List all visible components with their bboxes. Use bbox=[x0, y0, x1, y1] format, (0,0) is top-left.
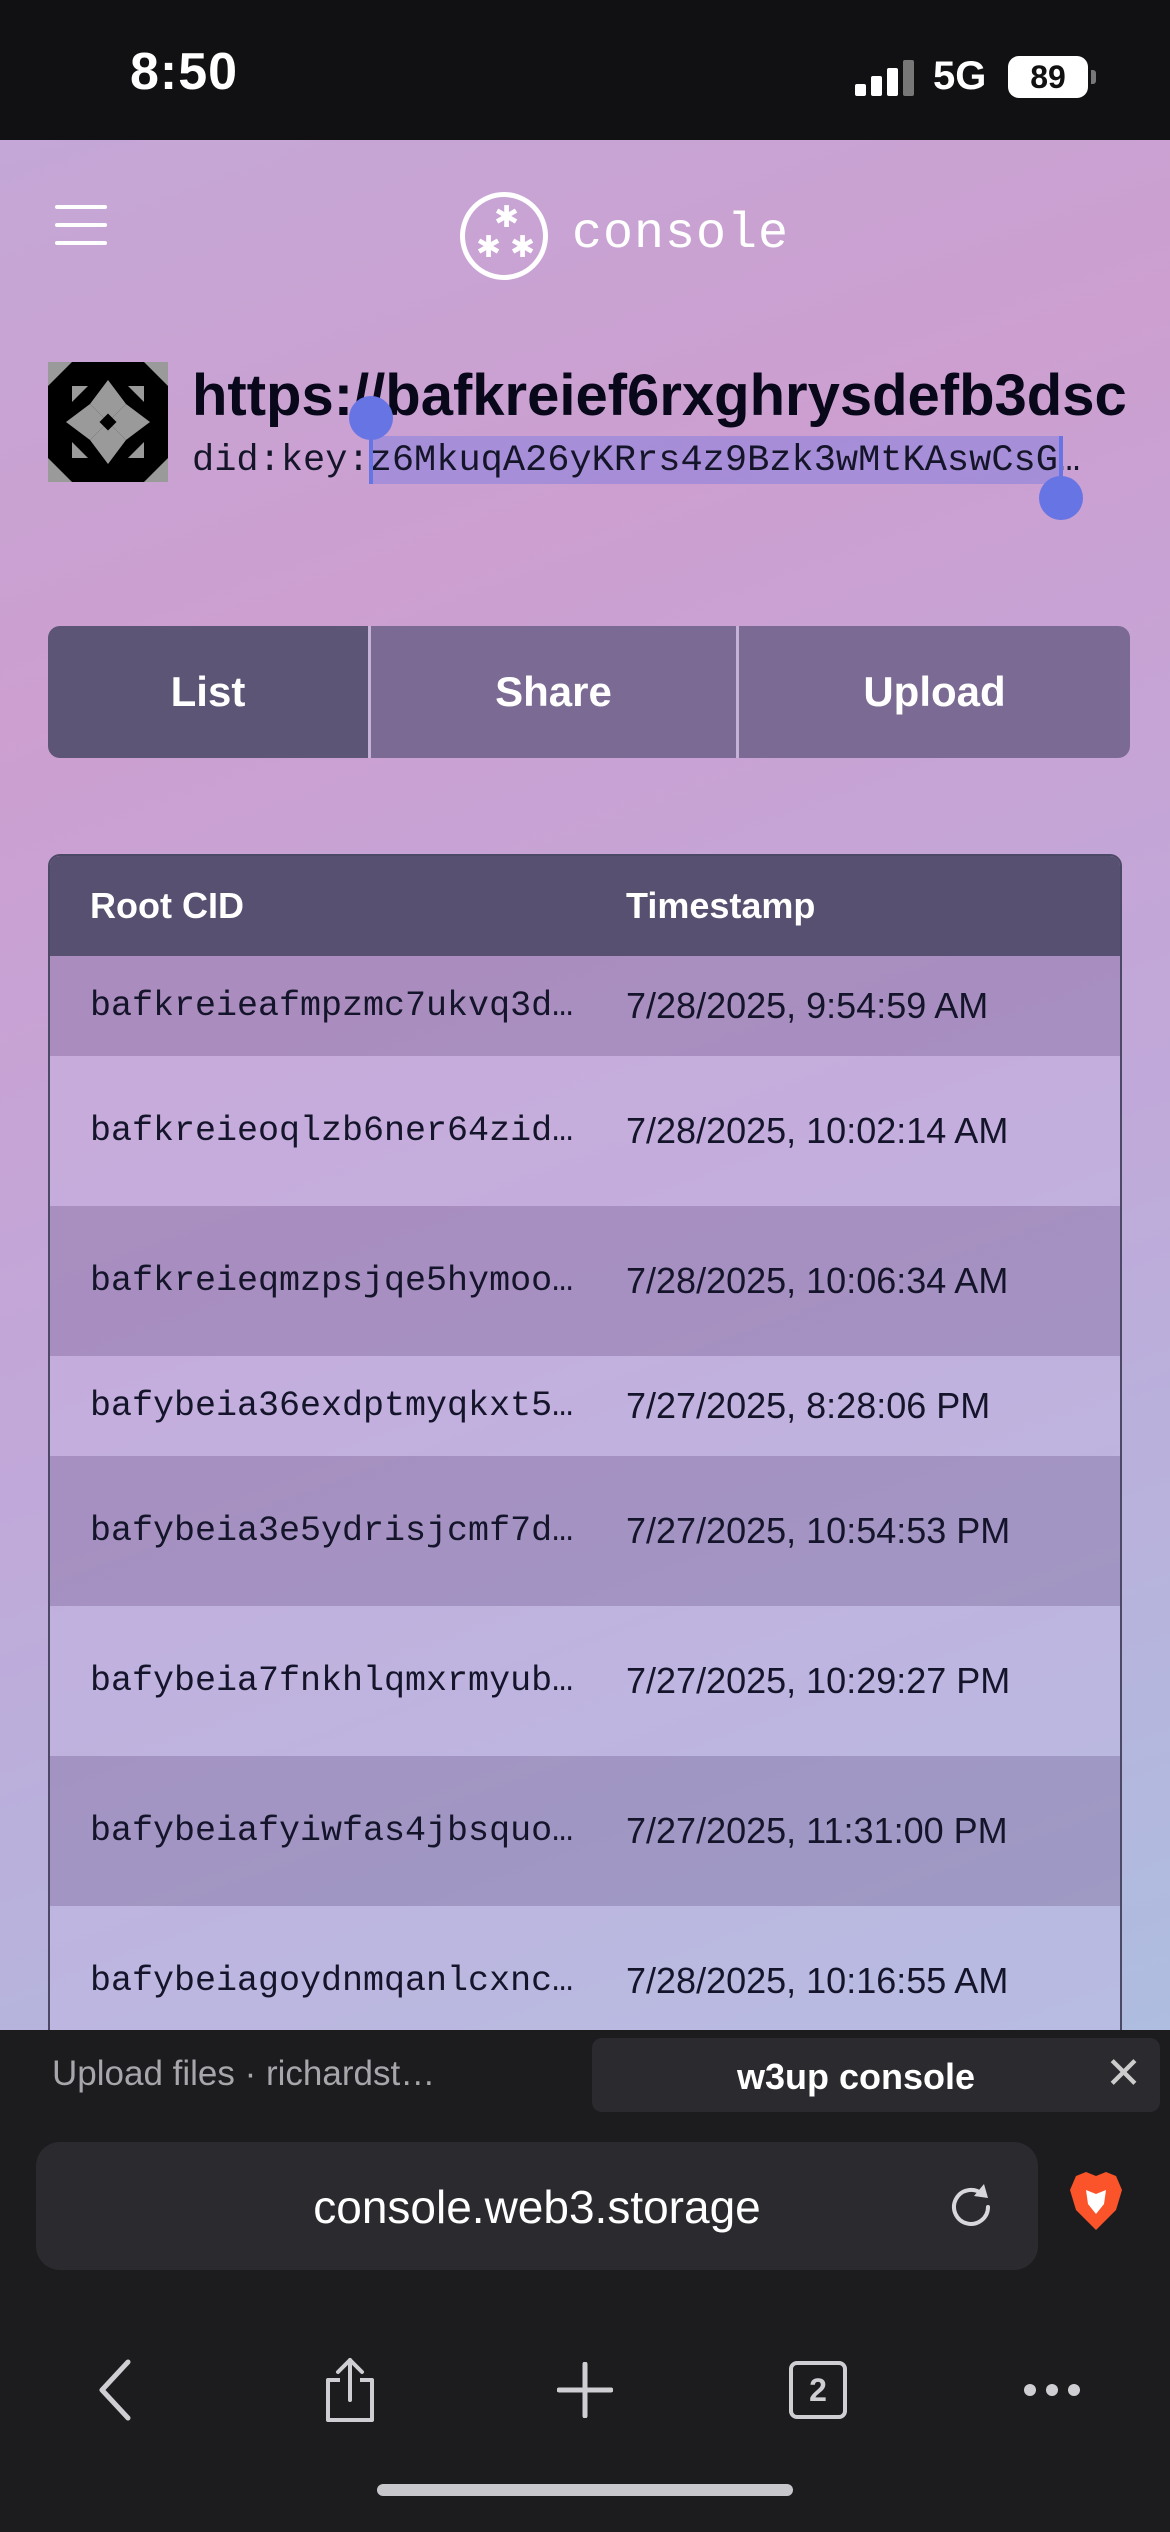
table-row[interactable]: bafkreieoqlzb6ner64zid… 7/28/2025, 10:02… bbox=[50, 1056, 1120, 1206]
browser-tab-title: w3up console bbox=[736, 2056, 976, 2097]
more-options-icon[interactable] bbox=[1002, 2330, 1102, 2450]
browser-tab-w3up-console[interactable]: w3up console ✕ bbox=[592, 2038, 1160, 2112]
timestamp-cell: 7/27/2025, 11:31:00 PM bbox=[626, 1810, 1008, 1851]
root-cid-cell[interactable]: bafybeiafyiwfas4jbsquo… bbox=[50, 1811, 626, 1851]
brand-title[interactable]: console bbox=[572, 206, 789, 263]
close-tab-icon[interactable]: ✕ bbox=[1105, 2052, 1142, 2096]
tab-count: 2 bbox=[809, 2371, 827, 2408]
url-text[interactable]: console.web3.storage bbox=[36, 2180, 1038, 2234]
space-tabs: List Share Upload bbox=[48, 626, 1130, 758]
selection-start-handle[interactable] bbox=[349, 396, 393, 440]
timestamp-cell: 7/27/2025, 10:54:53 PM bbox=[626, 1510, 1011, 1551]
root-cid-cell[interactable]: bafkreieoqlzb6ner64zid… bbox=[50, 1111, 626, 1151]
root-cid-cell[interactable]: bafybeia3e5ydrisjcmf7d… bbox=[50, 1511, 626, 1551]
header-timestamp: Timestamp bbox=[626, 885, 816, 926]
root-cid-cell[interactable]: bafybeia7fnkhlqmxrmyub… bbox=[50, 1661, 626, 1701]
brave-shield-icon[interactable] bbox=[1068, 2170, 1124, 2232]
table-row[interactable]: bafybeia36exdptmyqkxt5… 7/27/2025, 8:28:… bbox=[50, 1356, 1120, 1456]
tab-upload[interactable]: Upload bbox=[736, 626, 1130, 758]
header-root-cid: Root CID bbox=[90, 885, 244, 926]
w3-logo-icon[interactable]: ✱ ✱ ✱ bbox=[460, 192, 548, 280]
network-type: 5G bbox=[933, 54, 987, 98]
uploads-table: Root CID Timestamp bafkreieafmpzmc7ukvq3… bbox=[48, 854, 1122, 2030]
console-page[interactable]: ✱ ✱ ✱ console https://bafkreief6rxghrysd… bbox=[0, 140, 1170, 2030]
tab-count-icon: 2 bbox=[789, 2361, 847, 2419]
browser-chrome: Upload files · richardst… w3up console ✕… bbox=[0, 2030, 1170, 2532]
reload-icon[interactable] bbox=[944, 2180, 998, 2234]
back-icon[interactable] bbox=[66, 2330, 166, 2450]
status-time: 8:50 bbox=[130, 43, 239, 101]
browser-tab-upload-files[interactable]: Upload files · richardst… bbox=[52, 2054, 435, 2094]
space-avatar bbox=[48, 362, 168, 482]
browser-toolbar: 2 bbox=[0, 2330, 1170, 2450]
address-bar[interactable]: console.web3.storage bbox=[36, 2142, 1038, 2270]
tab-share[interactable]: Share bbox=[368, 626, 736, 758]
tab-list[interactable]: List bbox=[48, 626, 368, 758]
table-row[interactable]: bafybeia7fnkhlqmxrmyub… 7/27/2025, 10:29… bbox=[50, 1606, 1120, 1756]
table-row[interactable]: bafybeiafyiwfas4jbsquo… 7/27/2025, 11:31… bbox=[50, 1756, 1120, 1906]
status-bar: 8:50 5G 89 bbox=[0, 0, 1170, 140]
timestamp-cell: 7/28/2025, 10:06:34 AM bbox=[626, 1260, 1009, 1301]
table-row[interactable]: bafybeiagoydnmqanlcxnc… 7/28/2025, 10:16… bbox=[50, 1906, 1120, 2030]
share-icon[interactable] bbox=[300, 2330, 400, 2450]
root-cid-cell[interactable]: bafkreieafmpzmc7ukvq3d… bbox=[50, 986, 626, 1026]
timestamp-cell: 7/27/2025, 8:28:06 PM bbox=[626, 1385, 991, 1426]
timestamp-cell: 7/28/2025, 10:02:14 AM bbox=[626, 1110, 1009, 1151]
battery-level: 89 bbox=[1030, 59, 1066, 95]
tabs-overview-button[interactable]: 2 bbox=[768, 2330, 868, 2450]
timestamp-cell: 7/27/2025, 10:29:27 PM bbox=[626, 1660, 1011, 1701]
timestamp-cell: 7/28/2025, 9:54:59 AM bbox=[626, 985, 989, 1026]
space-did[interactable]: did:key:z6MkuqA26yKRrs4z9Bzk3wMtKAswCsG… bbox=[192, 440, 1102, 482]
table-row[interactable]: bafkreieafmpzmc7ukvq3d… 7/28/2025, 9:54:… bbox=[50, 956, 1120, 1056]
root-cid-cell[interactable]: bafybeiagoydnmqanlcxnc… bbox=[50, 1961, 626, 2001]
cellular-signal-icon bbox=[855, 60, 915, 96]
root-cid-cell[interactable]: bafybeia36exdptmyqkxt5… bbox=[50, 1386, 626, 1426]
space-name: https://bafkreief6rxghrysdefb3dsc bbox=[192, 363, 1127, 428]
battery-icon: 89 bbox=[1008, 56, 1096, 98]
root-cid-cell[interactable]: bafkreieqmzpsjqe5hymoo… bbox=[50, 1261, 626, 1301]
home-indicator[interactable] bbox=[377, 2484, 793, 2496]
table-row[interactable]: bafybeia3e5ydrisjcmf7d… 7/27/2025, 10:54… bbox=[50, 1456, 1120, 1606]
new-tab-icon[interactable] bbox=[535, 2330, 635, 2450]
selection-end-handle[interactable] bbox=[1039, 476, 1083, 520]
table-row[interactable]: bafkreieqmzpsjqe5hymoo… 7/28/2025, 10:06… bbox=[50, 1206, 1120, 1356]
hamburger-menu-icon[interactable] bbox=[55, 205, 109, 245]
timestamp-cell: 7/28/2025, 10:16:55 AM bbox=[626, 1960, 1009, 2001]
table-header: Root CID Timestamp bbox=[50, 856, 1120, 956]
